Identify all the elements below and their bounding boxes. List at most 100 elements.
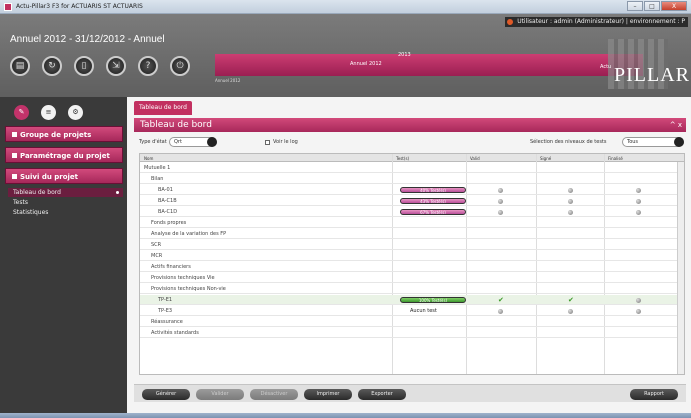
status-dot-icon[interactable]	[636, 199, 641, 204]
dashboard-table: Nom Test(s) Valid Signé Finalisé Mutuell…	[139, 153, 685, 375]
status-dot-icon[interactable]	[498, 210, 503, 215]
table-row[interactable]: SCR	[140, 240, 684, 250]
test-progress-bar[interactable]: 67% Testé(s)	[400, 209, 466, 215]
voir-log-checkbox[interactable]	[265, 140, 270, 145]
table-row[interactable]: BA-C1D 67% Testé(s)	[140, 207, 684, 217]
col-signe[interactable]: Signé	[540, 156, 551, 161]
row-name: Provisions techniques Vie	[151, 275, 215, 281]
status-dot-icon[interactable]	[568, 199, 573, 204]
nav-suivi[interactable]: Suivi du projet	[5, 168, 123, 184]
sidebar-item-tests[interactable]: Tests	[8, 198, 123, 207]
status-dot-icon[interactable]	[568, 210, 573, 215]
close-button[interactable]: X	[661, 1, 687, 11]
vertical-scrollbar[interactable]	[677, 162, 684, 374]
test-progress-bar[interactable]: 100% Testé(s)	[400, 297, 466, 303]
refresh-icon[interactable]: ↻	[42, 56, 62, 76]
type-etat-label: Type d'état	[139, 139, 167, 145]
status-dot-icon[interactable]	[498, 199, 503, 204]
document-icon[interactable]: ▤	[10, 56, 30, 76]
row-name: Mutuelle 1	[144, 165, 171, 171]
sidebar: ✎ ≡ ⚙ Groupe de projets Paramétrage du p…	[0, 97, 127, 413]
table-row[interactable]: Fonds propres	[140, 218, 684, 228]
imprimer-button[interactable]: Imprimer	[304, 389, 352, 400]
table-row[interactable]: TP-E1 100% Testé(s) ✔ ✔	[140, 295, 684, 305]
nav-label: Groupe de projets	[20, 131, 92, 139]
actupillar-logo: Actu PILLAR3	[590, 34, 691, 94]
table-row[interactable]: TP-E3 Aucun test	[140, 306, 684, 316]
help-icon[interactable]: ?	[138, 56, 158, 76]
checkmark-icon[interactable]: ✔	[498, 295, 504, 305]
status-dot-icon[interactable]	[636, 298, 641, 303]
panel-header: Tableau de bord ^ x	[134, 118, 686, 132]
nav-label: Suivi du projet	[20, 173, 79, 181]
valider-button[interactable]: Valider	[196, 389, 244, 400]
sidebar-item-tableau-de-bord[interactable]: Tableau de bord	[8, 188, 123, 197]
col-valid[interactable]: Valid	[470, 156, 480, 161]
test-progress-bar[interactable]: 43% Testé(s)	[400, 198, 466, 204]
table-row[interactable]: Mutuelle 1	[140, 163, 684, 173]
panel-controls[interactable]: ^ x	[670, 118, 682, 132]
edit-icon[interactable]: ✎	[14, 105, 29, 120]
period-timeline[interactable]: Annuel 2012 2013	[215, 52, 643, 76]
settings-icon[interactable]: ⚙	[68, 105, 83, 120]
niveau-select[interactable]: Tous	[622, 137, 684, 147]
generer-button[interactable]: Générer	[142, 389, 190, 400]
status-dot-icon[interactable]	[636, 309, 641, 314]
status-dot-icon[interactable]	[568, 188, 573, 193]
header-banner: Utilisateur : admin (Administrateur) | e…	[0, 14, 691, 97]
table-row[interactable]: Bilan	[140, 174, 684, 184]
user-info[interactable]: Utilisateur : admin (Administrateur) | e…	[505, 17, 688, 27]
table-row[interactable]: Analyse de la variation des FP	[140, 229, 684, 239]
table-row[interactable]: Activités standards	[140, 328, 684, 338]
table-row[interactable]: Provisions techniques Vie	[140, 273, 684, 283]
status-dot-icon[interactable]	[636, 210, 641, 215]
row-name: Activités standards	[151, 330, 199, 336]
phone-icon[interactable]: ▯	[74, 56, 94, 76]
no-test-label: Aucun test	[410, 308, 437, 314]
table-row[interactable]: Actifs financiers	[140, 262, 684, 272]
sidebar-item-statistiques[interactable]: Statistiques	[8, 208, 123, 217]
desactiver-button[interactable]: Désactiver	[250, 389, 298, 400]
table-row[interactable]: Provisions techniques Non-vie	[140, 284, 684, 294]
status-dot-icon[interactable]	[636, 188, 641, 193]
tab-tableau-de-bord[interactable]: Tableau de bord	[134, 101, 192, 115]
rapport-button[interactable]: Rapport	[630, 389, 678, 400]
toolbar: ▤ ↻ ▯ ⇲ ? ⏻	[10, 56, 202, 76]
table-row[interactable]: MCR	[140, 251, 684, 261]
col-finalise[interactable]: Finalisé	[608, 156, 623, 161]
row-name: Analyse de la variation des FP	[151, 231, 227, 237]
export-icon[interactable]: ⇲	[106, 56, 126, 76]
maximize-button[interactable]: □	[644, 1, 660, 11]
timeline-year: 2013	[398, 52, 411, 58]
exporter-button[interactable]: Exporter	[358, 389, 406, 400]
row-name: SCR	[151, 242, 162, 248]
test-progress-bar[interactable]: 40% Testé(s)	[400, 187, 466, 193]
voir-log-label: Voir le log	[273, 139, 298, 145]
col-nom[interactable]: Nom	[144, 156, 153, 161]
status-dot-icon[interactable]	[498, 309, 503, 314]
filter-bar: Type d'état Qrt Voir le log Sélection de…	[139, 137, 687, 149]
power-icon[interactable]: ⏻	[170, 56, 190, 76]
nav-parametrage[interactable]: Paramétrage du projet	[5, 147, 123, 163]
list-icon[interactable]: ≡	[41, 105, 56, 120]
type-etat-select[interactable]: Qrt	[169, 137, 217, 147]
status-dot-icon[interactable]	[498, 188, 503, 193]
table-row[interactable]: BA-C1B 43% Testé(s)	[140, 196, 684, 206]
logo-prefix: Actu	[600, 64, 612, 70]
footer-toolbar: Générer Valider Désactiver Imprimer Expo…	[134, 384, 686, 402]
timeline-label: Annuel 2012	[350, 61, 382, 67]
minimize-button[interactable]: –	[627, 1, 643, 11]
nav-groupe-projets[interactable]: Groupe de projets	[5, 126, 123, 142]
row-name: BA-C1D	[158, 209, 178, 215]
checkmark-icon[interactable]: ✔	[568, 295, 574, 305]
row-name: Fonds propres	[151, 220, 187, 226]
row-name: BA-01	[158, 187, 173, 193]
timeline-sub-label: Annuel 2012	[215, 78, 241, 83]
col-tests[interactable]: Test(s)	[396, 156, 409, 161]
table-row[interactable]: Réassurance	[140, 317, 684, 327]
window-title: Actu-Pillar3 F3 for ACTUARIS ST ACTUARIS	[16, 3, 143, 10]
table-row[interactable]: BA-01 40% Testé(s)	[140, 185, 684, 195]
main-area: Tableau de bord Tableau de bord ^ x Type…	[127, 97, 691, 413]
status-dot-icon[interactable]	[568, 309, 573, 314]
row-name: TP-E1	[158, 297, 173, 303]
